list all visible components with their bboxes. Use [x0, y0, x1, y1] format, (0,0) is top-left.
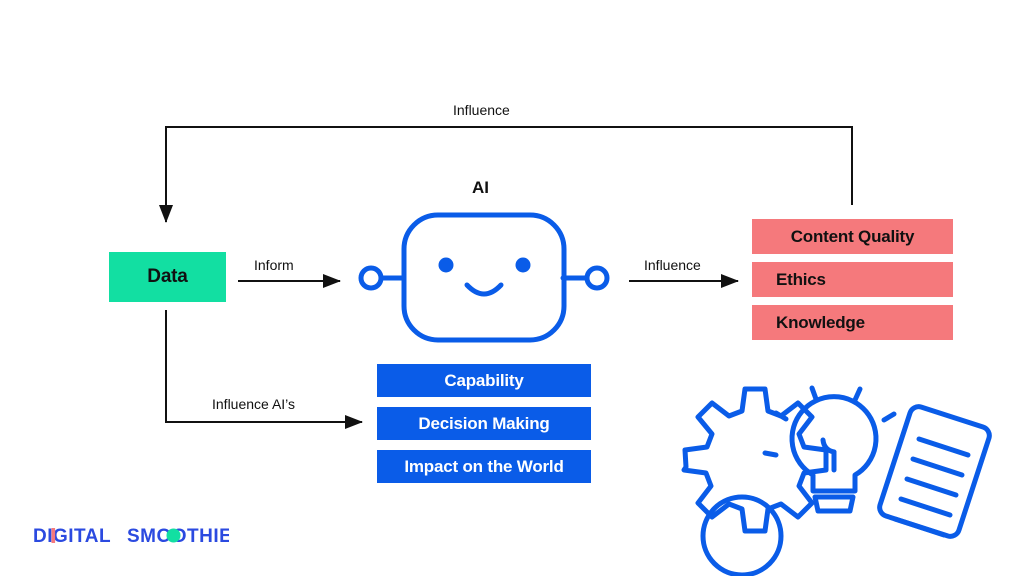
- brand-logo: DIGITAL SMOOTHIE: [33, 526, 229, 547]
- brand-logo-text-primary: DIGITAL: [33, 526, 111, 547]
- edge-label-inform: Inform: [254, 257, 294, 273]
- aspect-box-impact-on-the-world[interactable]: Impact on the World: [377, 450, 591, 483]
- outcome-box-content-quality[interactable]: Content Quality: [752, 219, 953, 254]
- node-ai-label: AI: [472, 178, 489, 197]
- brand-logo-accent-dot: [166, 528, 181, 543]
- robot-head-icon: [358, 212, 610, 343]
- aspect-box-decision-making[interactable]: Decision Making: [377, 407, 591, 440]
- lightbulb-icon: [762, 385, 897, 514]
- edge-label-influence-top: Influence: [453, 102, 510, 118]
- diagram-canvas: Data AI Content Quality Ethics Knowledge…: [0, 0, 1024, 576]
- outcome-box-knowledge[interactable]: Knowledge: [752, 305, 953, 340]
- edge-label-influence-right: Influence: [644, 257, 701, 273]
- aspect-box-capability[interactable]: Capability: [377, 364, 591, 397]
- edge-influence-top: [159, 126, 853, 223]
- document-icon: [877, 404, 992, 539]
- node-data[interactable]: Data: [109, 252, 226, 302]
- outcome-box-ethics[interactable]: Ethics: [752, 262, 953, 297]
- gear-icon: [681, 386, 829, 576]
- brand-logo-accent-bar: [51, 528, 56, 543]
- edge-label-influence-ais: Influence AI’s: [212, 396, 296, 412]
